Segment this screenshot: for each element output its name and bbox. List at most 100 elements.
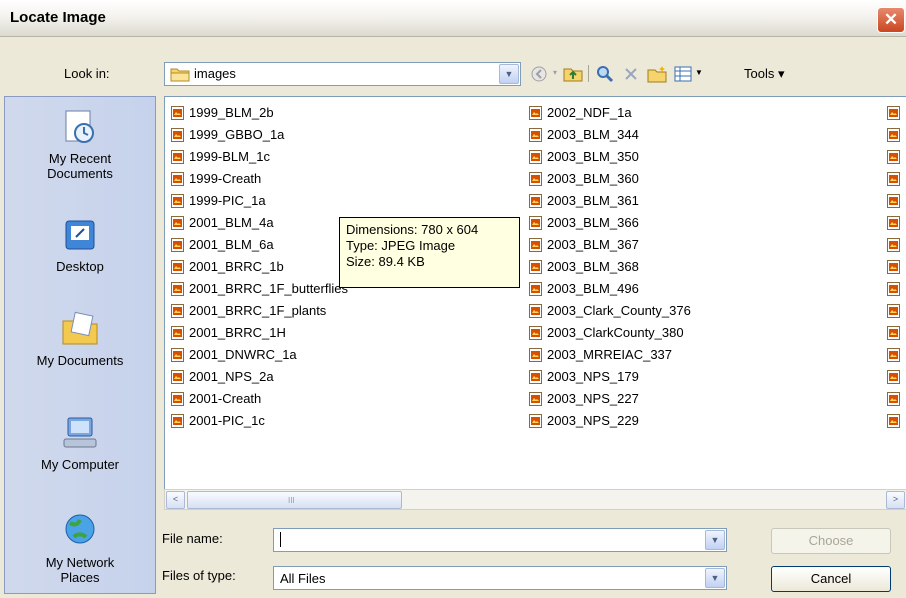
place-desktop[interactable]: Desktop xyxy=(5,215,155,274)
image-file-icon xyxy=(887,194,900,208)
file-item[interactable] xyxy=(885,388,903,410)
back-dropdown-icon[interactable]: ▾ xyxy=(550,61,560,85)
place-label: Desktop xyxy=(56,259,104,274)
file-item[interactable]: 2003_BLM_350 xyxy=(527,146,691,168)
file-item[interactable]: 2003_BLM_368 xyxy=(527,256,691,278)
image-file-icon xyxy=(529,392,542,406)
file-item[interactable] xyxy=(885,146,903,168)
search-web-icon[interactable] xyxy=(594,61,616,85)
look-in-dropdown[interactable]: images ▼ xyxy=(164,62,521,86)
file-item[interactable]: 2003_BLM_367 xyxy=(527,234,691,256)
place-my-documents[interactable]: My Documents xyxy=(5,309,155,368)
file-item[interactable]: 2001_BRRC_1F_butterflies xyxy=(169,278,348,300)
file-item[interactable]: 2001_DNWRC_1a xyxy=(169,344,348,366)
file-item[interactable]: 2003_NPS_227 xyxy=(527,388,691,410)
file-name: 2003_BLM_368 xyxy=(547,259,639,274)
file-item[interactable]: 2001-PIC_1c xyxy=(169,410,348,432)
file-item[interactable]: 2003_MRREIAC_337 xyxy=(527,344,691,366)
file-item[interactable] xyxy=(885,212,903,234)
file-list[interactable]: 1999_BLM_2b 1999_GBBO_1a 1999-BLM_1c 1999-C… xyxy=(164,96,906,490)
place-recent-documents[interactable]: My Recent Documents xyxy=(5,107,155,181)
scroll-left-icon[interactable]: < xyxy=(166,491,185,509)
image-file-icon xyxy=(529,128,542,142)
file-item[interactable]: 2003_ClarkCounty_380 xyxy=(527,322,691,344)
file-item[interactable]: 2002_NDF_1a xyxy=(527,102,691,124)
file-item[interactable]: 1999_GBBO_1a xyxy=(169,124,348,146)
file-name: 2003_BLM_360 xyxy=(547,171,639,186)
file-item[interactable]: 2003_Clark_County_376 xyxy=(527,300,691,322)
horizontal-scrollbar[interactable]: < III > xyxy=(164,489,906,510)
file-item[interactable]: 2003_NPS_229 xyxy=(527,410,691,432)
place-my-computer[interactable]: My Computer xyxy=(5,413,155,472)
file-item[interactable]: 1999-PIC_1a xyxy=(169,190,348,212)
file-name: 2001_BRRC_1F_butterflies xyxy=(189,281,348,296)
image-file-icon xyxy=(529,260,542,274)
up-folder-icon[interactable] xyxy=(562,61,584,85)
file-item[interactable]: 2003_BLM_360 xyxy=(527,168,691,190)
views-icon[interactable] xyxy=(672,61,694,85)
file-item[interactable] xyxy=(885,344,903,366)
file-item[interactable]: 2001_BLM_4a xyxy=(169,212,348,234)
scroll-thumb[interactable]: III xyxy=(187,491,402,509)
new-folder-icon[interactable] xyxy=(646,61,668,85)
file-item[interactable] xyxy=(885,234,903,256)
tools-menu[interactable]: Tools ▾ xyxy=(744,66,785,82)
cancel-button[interactable]: Cancel xyxy=(771,566,891,592)
close-button[interactable]: ✕ xyxy=(877,7,905,33)
file-item[interactable]: 2001-Creath xyxy=(169,388,348,410)
file-column-1: 1999_BLM_2b 1999_GBBO_1a 1999-BLM_1c 1999-C… xyxy=(169,102,348,432)
place-label: My Network xyxy=(45,555,115,570)
image-file-icon xyxy=(529,216,542,230)
file-item[interactable]: 2001_BRRC_1F_plants xyxy=(169,300,348,322)
back-icon[interactable] xyxy=(528,61,550,85)
file-item[interactable] xyxy=(885,322,903,344)
choose-button[interactable]: Choose xyxy=(771,528,891,554)
file-item[interactable]: 2003_BLM_344 xyxy=(527,124,691,146)
look-in-value: images xyxy=(194,66,236,81)
file-item[interactable] xyxy=(885,410,903,432)
file-name-input[interactable]: ▼ xyxy=(273,528,727,552)
files-of-type-select[interactable]: All Files ▼ xyxy=(273,566,727,590)
file-item[interactable] xyxy=(885,300,903,322)
file-name: 2003_NPS_227 xyxy=(547,391,639,406)
chevron-down-icon[interactable]: ▼ xyxy=(705,568,725,588)
file-item[interactable]: 1999-BLM_1c xyxy=(169,146,348,168)
file-item[interactable] xyxy=(885,256,903,278)
file-item[interactable] xyxy=(885,168,903,190)
file-name: 2001-PIC_1c xyxy=(189,413,265,428)
file-item[interactable]: 1999-Creath xyxy=(169,168,348,190)
image-file-icon xyxy=(887,150,900,164)
image-file-icon xyxy=(171,106,184,120)
file-item[interactable] xyxy=(885,278,903,300)
title-bar[interactable]: Locate Image ✕ xyxy=(0,0,906,37)
file-name: 2003_BLM_496 xyxy=(547,281,639,296)
chevron-down-icon[interactable]: ▼ xyxy=(705,530,725,550)
image-file-icon xyxy=(887,304,900,318)
file-item[interactable]: 2003_BLM_366 xyxy=(527,212,691,234)
image-file-icon xyxy=(171,150,184,164)
file-item[interactable] xyxy=(885,102,903,124)
file-item[interactable]: 2001_BRRC_1b xyxy=(169,256,348,278)
chevron-down-icon[interactable]: ▼ xyxy=(499,64,519,84)
file-item[interactable]: 1999_BLM_2b xyxy=(169,102,348,124)
file-item[interactable]: 2001_NPS_2a xyxy=(169,366,348,388)
grip-icon: III xyxy=(288,496,295,505)
place-network-places[interactable]: My Network Places xyxy=(5,511,155,585)
recent-documents-icon xyxy=(65,110,94,143)
delete-icon[interactable] xyxy=(620,61,642,85)
file-item[interactable]: 2003_BLM_361 xyxy=(527,190,691,212)
file-item[interactable] xyxy=(885,366,903,388)
file-item[interactable]: 2001_BRRC_1H xyxy=(169,322,348,344)
image-file-icon xyxy=(887,326,900,340)
views-dropdown-icon[interactable]: ▼ xyxy=(694,61,704,85)
my-documents-icon xyxy=(62,311,98,345)
file-item[interactable] xyxy=(885,190,903,212)
file-name: 1999-Creath xyxy=(189,171,262,186)
file-item[interactable]: 2003_NPS_179 xyxy=(527,366,691,388)
file-item[interactable]: 2001_BLM_6a xyxy=(169,234,348,256)
tooltip-type: Type: JPEG Image xyxy=(346,238,456,253)
image-file-icon xyxy=(887,106,900,120)
file-item[interactable]: 2003_BLM_496 xyxy=(527,278,691,300)
scroll-right-icon[interactable]: > xyxy=(886,491,905,509)
file-item[interactable] xyxy=(885,124,903,146)
